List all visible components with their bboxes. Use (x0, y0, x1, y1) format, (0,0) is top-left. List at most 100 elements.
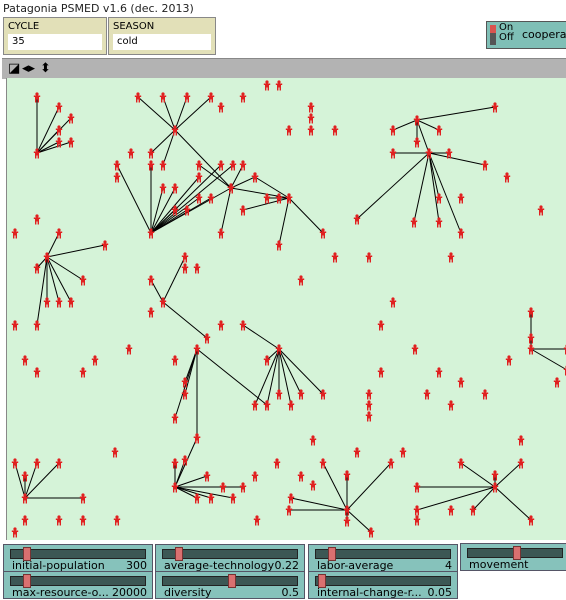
agent-person-icon[interactable] (33, 148, 41, 159)
agent-person-icon[interactable] (537, 205, 545, 216)
agent-person-icon[interactable] (217, 160, 225, 171)
agent-person-icon[interactable] (469, 505, 477, 516)
agent-person-icon[interactable] (217, 102, 225, 113)
agent-person-icon[interactable] (217, 320, 225, 331)
agent-person-icon[interactable] (11, 320, 19, 331)
agent-person-icon[interactable] (275, 389, 283, 400)
agent-person-icon[interactable] (171, 125, 179, 136)
horizontal-arrows-icon[interactable]: ◂▸ (22, 61, 35, 76)
agent-person-icon[interactable] (553, 377, 561, 388)
agent-person-icon[interactable] (457, 193, 465, 204)
agent-person-icon[interactable] (457, 377, 465, 388)
agent-person-icon[interactable] (297, 275, 305, 286)
slider-movement[interactable]: movement (460, 543, 566, 571)
agent-person-icon[interactable] (343, 516, 351, 527)
agent-person-icon[interactable] (389, 125, 397, 136)
agent-person-icon[interactable] (113, 172, 121, 183)
agent-person-icon[interactable] (11, 527, 19, 538)
agent-person-icon[interactable] (447, 400, 455, 411)
agent-person-icon[interactable] (435, 367, 443, 378)
agent-person-icon[interactable] (410, 217, 418, 228)
agent-person-icon[interactable] (273, 458, 281, 469)
agent-person-icon[interactable] (387, 458, 395, 469)
agent-person-icon[interactable] (481, 160, 489, 171)
agent-person-icon[interactable] (127, 148, 135, 159)
agent-person-icon[interactable] (33, 320, 41, 331)
agent-person-icon[interactable] (79, 515, 87, 526)
agent-person-icon[interactable] (447, 505, 455, 516)
agent-person-icon[interactable] (263, 80, 271, 91)
switch-knob[interactable] (490, 25, 496, 45)
agent-person-icon[interactable] (11, 228, 19, 239)
vertical-arrows-icon[interactable]: ⬍ (40, 61, 51, 76)
agent-person-icon[interactable] (171, 413, 179, 424)
agent-person-icon[interactable] (239, 92, 247, 103)
agent-person-icon[interactable] (413, 505, 421, 516)
agent-person-icon[interactable] (365, 411, 373, 422)
resize-icon[interactable]: ◪ (8, 61, 20, 76)
slider-initial-population[interactable]: initial-population 300 (3, 544, 153, 572)
agent-person-icon[interactable] (377, 367, 385, 378)
agent-person-icon[interactable] (207, 92, 215, 103)
agent-person-icon[interactable] (331, 252, 339, 263)
agent-person-icon[interactable] (43, 297, 51, 308)
agent-person-icon[interactable] (159, 92, 167, 103)
agent-person-icon[interactable] (413, 515, 421, 526)
agent-person-icon[interactable] (193, 263, 201, 274)
agent-person-icon[interactable] (55, 458, 63, 469)
agent-person-icon[interactable] (411, 344, 419, 355)
slider-thumb[interactable] (228, 574, 236, 588)
agent-person-icon[interactable] (55, 297, 63, 308)
slider-track[interactable] (315, 576, 451, 586)
agent-person-icon[interactable] (134, 92, 142, 103)
agent-person-icon[interactable] (207, 493, 215, 504)
agent-person-icon[interactable] (79, 275, 87, 286)
agent-person-icon[interactable] (67, 113, 75, 124)
agent-person-icon[interactable] (203, 333, 211, 344)
agent-person-icon[interactable] (307, 113, 315, 124)
agent-person-icon[interactable] (517, 435, 525, 446)
agent-person-icon[interactable] (171, 355, 179, 366)
agent-person-icon[interactable] (447, 252, 455, 263)
slider-max-resource-o[interactable]: max-resource-o... 20000 (3, 571, 153, 599)
slider-average-technology[interactable]: average-technology 0.22 (155, 544, 305, 572)
agent-person-icon[interactable] (263, 400, 271, 411)
agent-person-icon[interactable] (113, 515, 121, 526)
agent-person-icon[interactable] (319, 228, 327, 239)
agent-person-icon[interactable] (79, 367, 87, 378)
agent-person-icon[interactable] (33, 214, 41, 225)
agent-person-icon[interactable] (55, 515, 63, 526)
agent-person-icon[interactable] (297, 389, 305, 400)
agent-person-icon[interactable] (21, 355, 29, 366)
agent-person-icon[interactable] (181, 263, 189, 274)
agent-person-icon[interactable] (125, 344, 133, 355)
agent-person-icon[interactable] (275, 80, 283, 91)
agent-person-icon[interactable] (239, 320, 247, 331)
agent-person-icon[interactable] (217, 228, 225, 239)
agent-person-icon[interactable] (435, 193, 443, 204)
slider-internal-change-r[interactable]: internal-change-r... 0.05 (308, 571, 458, 599)
agent-person-icon[interactable] (91, 355, 99, 366)
agent-person-icon[interactable] (251, 172, 259, 183)
agent-person-icon[interactable] (263, 355, 271, 366)
agent-person-icon[interactable] (297, 471, 305, 482)
agent-person-icon[interactable] (309, 435, 317, 446)
agent-person-icon[interactable] (435, 217, 443, 228)
agent-person-icon[interactable] (21, 515, 29, 526)
agent-person-icon[interactable] (365, 400, 373, 411)
agent-person-icon[interactable] (251, 400, 259, 411)
agent-person-icon[interactable] (147, 307, 155, 318)
agent-person-icon[interactable] (195, 172, 203, 183)
agent-person-icon[interactable] (399, 447, 407, 458)
agent-person-icon[interactable] (307, 102, 315, 113)
agent-person-icon[interactable] (287, 400, 295, 411)
agent-person-icon[interactable] (527, 515, 535, 526)
agent-person-icon[interactable] (307, 125, 315, 136)
world-view[interactable] (6, 78, 566, 540)
agent-person-icon[interactable] (367, 527, 375, 538)
agent-person-icon[interactable] (11, 458, 19, 469)
agent-person-icon[interactable] (111, 447, 119, 458)
agent-person-icon[interactable] (457, 228, 465, 239)
agent-person-icon[interactable] (159, 183, 167, 194)
agent-person-icon[interactable] (517, 458, 525, 469)
